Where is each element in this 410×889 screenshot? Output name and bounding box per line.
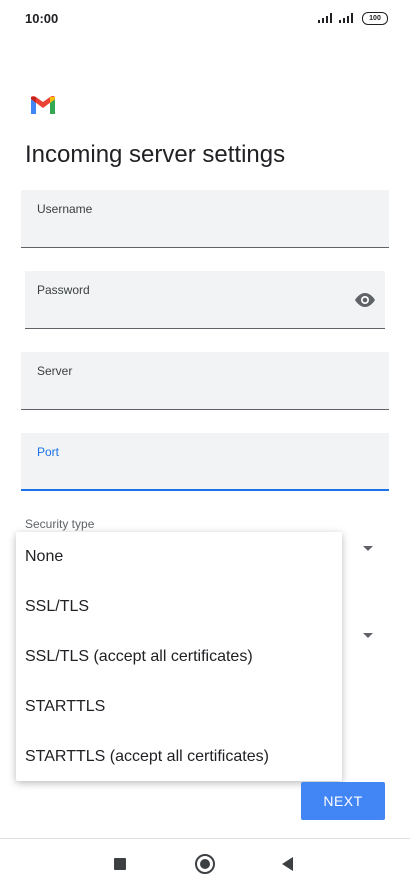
- port-field[interactable]: Port: [21, 433, 389, 491]
- gmail-logo: [31, 96, 55, 114]
- status-time: 10:00: [25, 11, 59, 26]
- back-icon[interactable]: [282, 857, 293, 871]
- signal-icon: [318, 13, 332, 23]
- menu-item-ssl-tls-accept-all[interactable]: SSL/TLS (accept all certificates): [16, 632, 342, 682]
- signal-icon: [339, 13, 353, 23]
- port-label: Port: [37, 445, 60, 459]
- username-field[interactable]: Username: [21, 190, 389, 248]
- security-type-dropdown-menu: None SSL/TLS SSL/TLS (accept all certifi…: [16, 532, 342, 781]
- chevron-down-icon[interactable]: [363, 546, 373, 551]
- password-label: Password: [37, 283, 90, 297]
- home-icon[interactable]: [195, 854, 215, 874]
- chevron-down-icon[interactable]: [363, 633, 373, 638]
- menu-item-none[interactable]: None: [16, 532, 342, 582]
- password-field[interactable]: Password: [25, 271, 385, 329]
- menu-item-starttls[interactable]: STARTTLS: [16, 682, 342, 732]
- eye-icon[interactable]: [353, 291, 377, 309]
- battery-icon: 100: [362, 12, 388, 25]
- security-type-label: Security type: [25, 517, 95, 531]
- page-title: Incoming server settings: [25, 141, 286, 168]
- navigation-bar: [0, 838, 410, 889]
- next-button[interactable]: NEXT: [301, 782, 385, 820]
- status-bar: 10:00 100: [0, 0, 410, 36]
- username-label: Username: [37, 202, 93, 216]
- recents-icon[interactable]: [114, 858, 126, 870]
- menu-item-ssl-tls[interactable]: SSL/TLS: [16, 582, 342, 632]
- server-field[interactable]: Server: [21, 352, 389, 410]
- menu-item-starttls-accept-all[interactable]: STARTTLS (accept all certificates): [16, 732, 342, 782]
- server-label: Server: [37, 364, 73, 378]
- home-icon-inner: [200, 859, 210, 869]
